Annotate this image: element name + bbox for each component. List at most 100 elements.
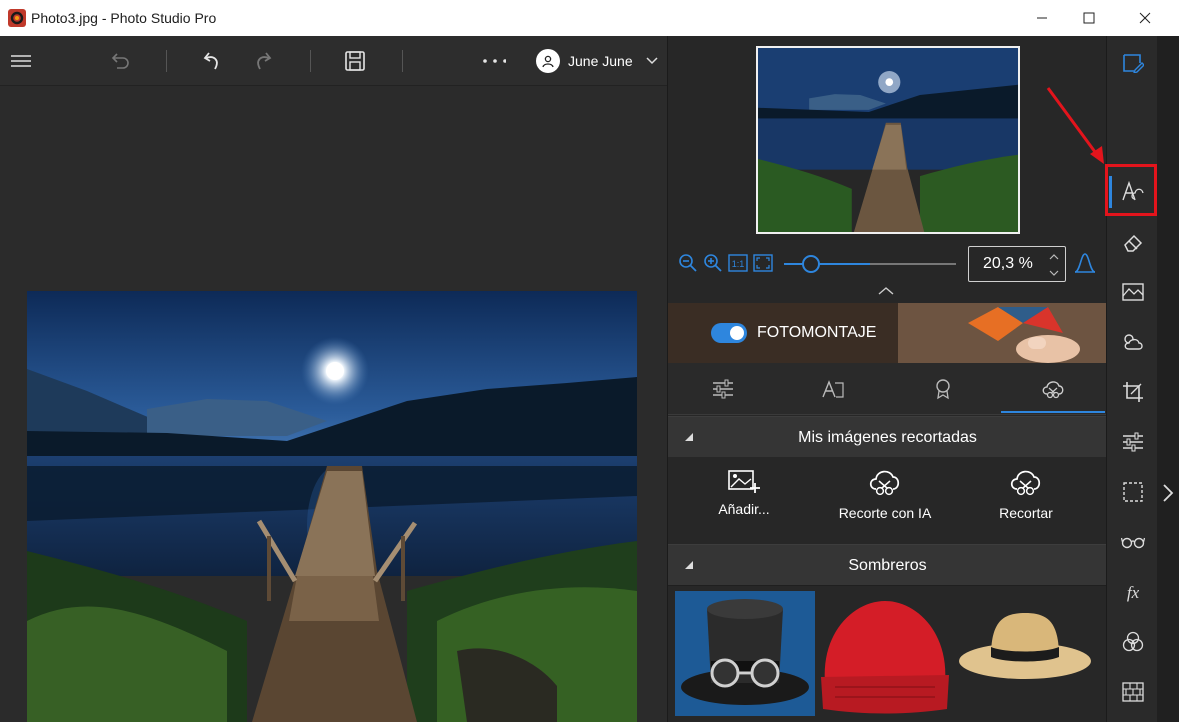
weather-icon xyxy=(1124,334,1143,350)
hat-item-straw-hat[interactable] xyxy=(955,591,1095,716)
cutout-button[interactable]: Recortar xyxy=(956,467,1096,537)
cutouts-section-title: Mis imágenes recortadas xyxy=(798,429,977,446)
zoom-value: 20,3 % xyxy=(983,255,1033,272)
straw-hat-image xyxy=(959,613,1091,679)
rail-edit-button[interactable] xyxy=(1119,48,1147,76)
rail-texture-button[interactable] xyxy=(1119,678,1147,706)
zoom-controls: 1:1 20,3 % xyxy=(668,244,1107,284)
panel-expander[interactable] xyxy=(1157,36,1179,722)
rail-landscape-button[interactable] xyxy=(1119,278,1147,306)
title-bar: Photo3.jpg - Photo Studio Pro xyxy=(0,0,1179,36)
add-image-button[interactable]: Añadir... xyxy=(674,467,814,537)
more-options-button[interactable] xyxy=(482,49,506,73)
lake-pier-photo xyxy=(27,291,637,722)
chevron-down-icon xyxy=(646,57,658,65)
rail-effects-button[interactable]: fx xyxy=(1119,578,1147,606)
main-toolbar: June June xyxy=(0,36,667,86)
montage-tabs xyxy=(668,363,1107,415)
montage-toggle[interactable] xyxy=(711,323,747,343)
top-hat-image xyxy=(681,599,809,705)
hats-section-header[interactable]: Sombreros xyxy=(668,544,1107,586)
svg-text:1:1: 1:1 xyxy=(732,259,745,269)
ai-cutout-icon xyxy=(869,470,900,496)
texture-icon xyxy=(1122,682,1144,702)
rail-weather-button[interactable] xyxy=(1119,328,1147,356)
tab-awards[interactable] xyxy=(888,363,998,415)
landscape-icon xyxy=(1122,283,1144,301)
crop-icon xyxy=(1123,382,1143,402)
hats-gallery xyxy=(668,586,1107,722)
glasses-icon xyxy=(1121,537,1145,549)
rail-selection-button[interactable] xyxy=(1119,478,1147,506)
text-icon xyxy=(822,380,844,398)
eraser-icon xyxy=(1124,234,1143,252)
add-image-icon xyxy=(728,470,760,493)
sliders-icon xyxy=(1123,432,1143,452)
svg-text:fx: fx xyxy=(1127,583,1140,602)
collapse-navigator-icon[interactable] xyxy=(878,286,894,296)
image-canvas[interactable] xyxy=(0,87,667,722)
zoom-in-icon[interactable] xyxy=(703,253,723,273)
undo-icon xyxy=(203,52,218,70)
fx-icon: fx xyxy=(1127,583,1140,602)
avatar xyxy=(536,49,560,73)
hat-item-red-beanie[interactable] xyxy=(815,591,955,716)
rail-crop-button[interactable] xyxy=(1119,378,1147,406)
tab-text[interactable] xyxy=(778,363,888,415)
highlight-box xyxy=(1105,164,1157,216)
hamburger-menu-icon xyxy=(11,55,31,67)
selection-icon xyxy=(1123,482,1143,502)
zoom-slider[interactable] xyxy=(784,255,956,273)
ai-cutout-label: Recorte con IA xyxy=(838,505,932,521)
redo-button[interactable] xyxy=(252,49,276,73)
rail-eraser-button[interactable] xyxy=(1119,228,1147,256)
save-button[interactable] xyxy=(343,49,367,73)
actual-size-icon[interactable]: 1:1 xyxy=(728,254,748,272)
maximize-button[interactable] xyxy=(1066,0,1112,36)
undo-history-button[interactable] xyxy=(108,49,132,73)
montage-banner: FOTOMONTAJE xyxy=(668,303,1107,363)
award-icon xyxy=(936,379,950,400)
add-image-label: Añadir... xyxy=(718,501,770,517)
menu-button[interactable] xyxy=(9,49,33,73)
zoom-out-icon[interactable] xyxy=(678,253,698,273)
more-dots-icon xyxy=(483,59,506,63)
fit-screen-icon[interactable] xyxy=(753,254,773,272)
zoom-slider-handle[interactable] xyxy=(802,255,820,273)
minimize-button[interactable] xyxy=(1019,0,1065,36)
ai-cutout-button[interactable]: Recorte con IA xyxy=(815,467,955,537)
undo-history-icon xyxy=(111,53,129,69)
tool-rail: fx xyxy=(1106,36,1157,722)
color-circles-icon xyxy=(1122,631,1144,652)
rail-glasses-button[interactable] xyxy=(1119,528,1147,556)
cutouts-section-header[interactable]: Mis imágenes recortadas xyxy=(668,416,1107,458)
preview-thumbnail xyxy=(758,48,1018,232)
navigator-preview[interactable] xyxy=(756,46,1020,234)
tab-cutouts[interactable] xyxy=(998,363,1108,415)
annotation-arrow-icon xyxy=(1046,87,1104,164)
zoom-stepper-icon[interactable] xyxy=(1049,252,1059,278)
cutout-action-icon xyxy=(1010,470,1041,496)
main-photo[interactable] xyxy=(27,291,637,722)
histogram-icon[interactable] xyxy=(1074,252,1096,274)
zoom-percent-input[interactable]: 20,3 % xyxy=(968,246,1066,282)
edit-icon xyxy=(1123,54,1144,73)
cutout-actions: Añadir... Recorte con IA Recortar xyxy=(668,457,1107,544)
user-menu[interactable]: June June xyxy=(536,48,659,74)
hats-section-title: Sombreros xyxy=(848,557,927,574)
close-button[interactable] xyxy=(1122,0,1168,36)
montage-label: FOTOMONTAJE xyxy=(757,324,877,341)
undo-button[interactable] xyxy=(199,49,223,73)
user-icon xyxy=(542,55,554,68)
tab-adjustments[interactable] xyxy=(668,363,778,415)
cutout-icon xyxy=(1042,381,1064,399)
window-title: Photo3.jpg - Photo Studio Pro xyxy=(31,10,217,26)
rail-adjustments-button[interactable] xyxy=(1119,428,1147,456)
save-icon xyxy=(345,51,365,71)
app-logo-icon xyxy=(8,9,26,27)
hat-item-top-hat[interactable] xyxy=(675,591,815,716)
rail-color-button[interactable] xyxy=(1119,628,1147,656)
redo-icon xyxy=(257,52,272,70)
red-beanie-image xyxy=(821,601,949,714)
cutout-label: Recortar xyxy=(999,505,1053,521)
